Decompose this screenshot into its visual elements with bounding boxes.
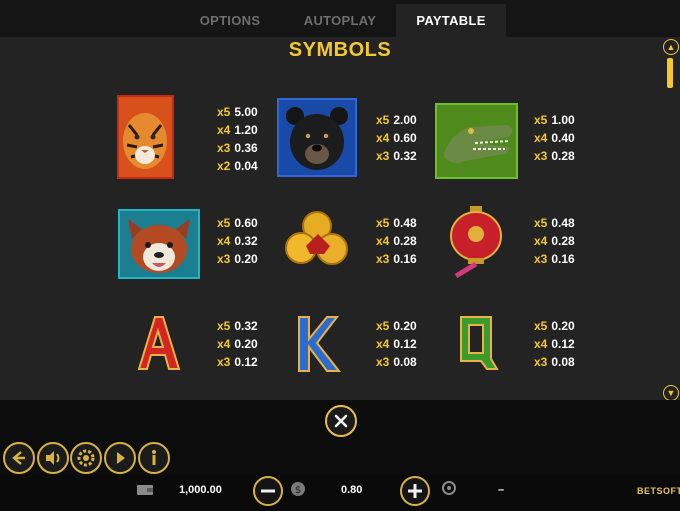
scrollbar-thumb[interactable] (667, 58, 673, 88)
pay-line: x3 0.08 (376, 355, 417, 369)
bear-symbol-icon (277, 98, 357, 177)
pay-line: x3 0.32 (376, 149, 417, 163)
letter-a-symbol-icon (137, 316, 181, 370)
pay-line: x4 0.12 (534, 337, 575, 351)
pay-line: x2 0.04 (217, 159, 258, 173)
win-value: – (498, 484, 505, 496)
pay-line: x3 0.16 (376, 252, 417, 266)
scroll-down-icon[interactable]: ▼ (663, 385, 679, 401)
lantern-pays: x5 0.48 x4 0.28 x3 0.16 (534, 214, 575, 268)
pay-line: x4 0.40 (534, 131, 575, 145)
wallet-icon (137, 485, 153, 495)
pay-line: x3 0.08 (534, 355, 575, 369)
scroll-up-icon[interactable]: ▲ (663, 39, 679, 55)
bet-value: 0.80 (341, 484, 363, 496)
svg-text:$: $ (295, 485, 301, 496)
pay-line: x5 0.32 (217, 319, 258, 333)
section-title: SYMBOLS (288, 39, 392, 61)
pay-line: x4 0.32 (217, 234, 258, 248)
pay-line: x4 0.28 (376, 234, 417, 248)
pay-line: x3 0.12 (217, 355, 258, 369)
tiger-pays: x5 5.00 x4 1.20 x3 0.36 x2 0.04 (217, 103, 258, 175)
betsoft-logo: BETSOFT (637, 486, 680, 496)
tab-options[interactable]: OPTIONS (180, 4, 280, 37)
pay-line: x3 0.36 (217, 141, 258, 155)
pay-line: x4 0.12 (376, 337, 417, 351)
red-panda-pays: x5 0.60 x4 0.32 x3 0.20 (217, 214, 258, 268)
letter-k-symbol-icon (298, 316, 342, 372)
q-pays: x5 0.20 x4 0.12 x3 0.08 (534, 317, 575, 371)
pay-line: x5 2.00 (376, 113, 417, 127)
bottom-bar (0, 475, 680, 511)
pay-line: x4 0.28 (534, 234, 575, 248)
lantern-symbol-icon (450, 206, 502, 279)
pay-line: x5 0.20 (534, 319, 575, 333)
pay-line: x4 0.20 (217, 337, 258, 351)
pay-line: x5 0.60 (217, 216, 258, 230)
close-icon[interactable] (325, 405, 357, 437)
pay-line: x4 0.60 (376, 131, 417, 145)
pay-line: x5 0.48 (534, 216, 575, 230)
a-pays: x5 0.32 x4 0.20 x3 0.12 (217, 317, 258, 371)
crocodile-pays: x5 1.00 x4 0.40 x3 0.28 (534, 111, 575, 165)
autoplay-icon[interactable] (104, 442, 136, 474)
bear-pays: x5 2.00 x4 0.60 x3 0.32 (376, 111, 417, 165)
sound-icon[interactable] (37, 442, 69, 474)
tiger-symbol-icon (117, 95, 174, 179)
tab-bar: OPTIONS AUTOPLAY PAYTABLE (0, 0, 680, 37)
tab-paytable[interactable]: PAYTABLE (396, 4, 506, 37)
crocodile-symbol-icon (435, 103, 518, 179)
tab-autoplay[interactable]: AUTOPLAY (285, 4, 395, 37)
pay-line: x3 0.20 (217, 252, 258, 266)
pay-line: x5 1.00 (534, 113, 575, 127)
pay-line: x5 0.48 (376, 216, 417, 230)
pay-line: x3 0.16 (534, 252, 575, 266)
balance-value: 1,000.00 (179, 484, 222, 496)
pay-line: x4 1.20 (217, 123, 258, 137)
pay-line: x5 5.00 (217, 105, 258, 119)
info-icon[interactable] (138, 442, 170, 474)
coins-pays: x5 0.48 x4 0.28 x3 0.16 (376, 214, 417, 268)
pay-line: x5 0.20 (376, 319, 417, 333)
plus-icon[interactable] (400, 476, 430, 506)
red-panda-symbol-icon (118, 209, 200, 279)
letter-q-symbol-icon (460, 316, 499, 370)
minus-icon[interactable] (253, 476, 283, 506)
scrollbar-track[interactable] (667, 58, 673, 382)
award-icon (442, 481, 456, 495)
k-pays: x5 0.20 x4 0.12 x3 0.08 (376, 317, 417, 371)
paytable-panel: SYMBOLS x5 5.00 x4 1.20 x3 0.36 x2 0.04 … (0, 37, 680, 400)
back-icon[interactable] (3, 442, 35, 474)
settings-icon[interactable] (70, 442, 102, 474)
coins-stack-icon: $ (291, 482, 305, 496)
pay-line: x3 0.28 (534, 149, 575, 163)
coins-symbol-icon (285, 211, 348, 265)
